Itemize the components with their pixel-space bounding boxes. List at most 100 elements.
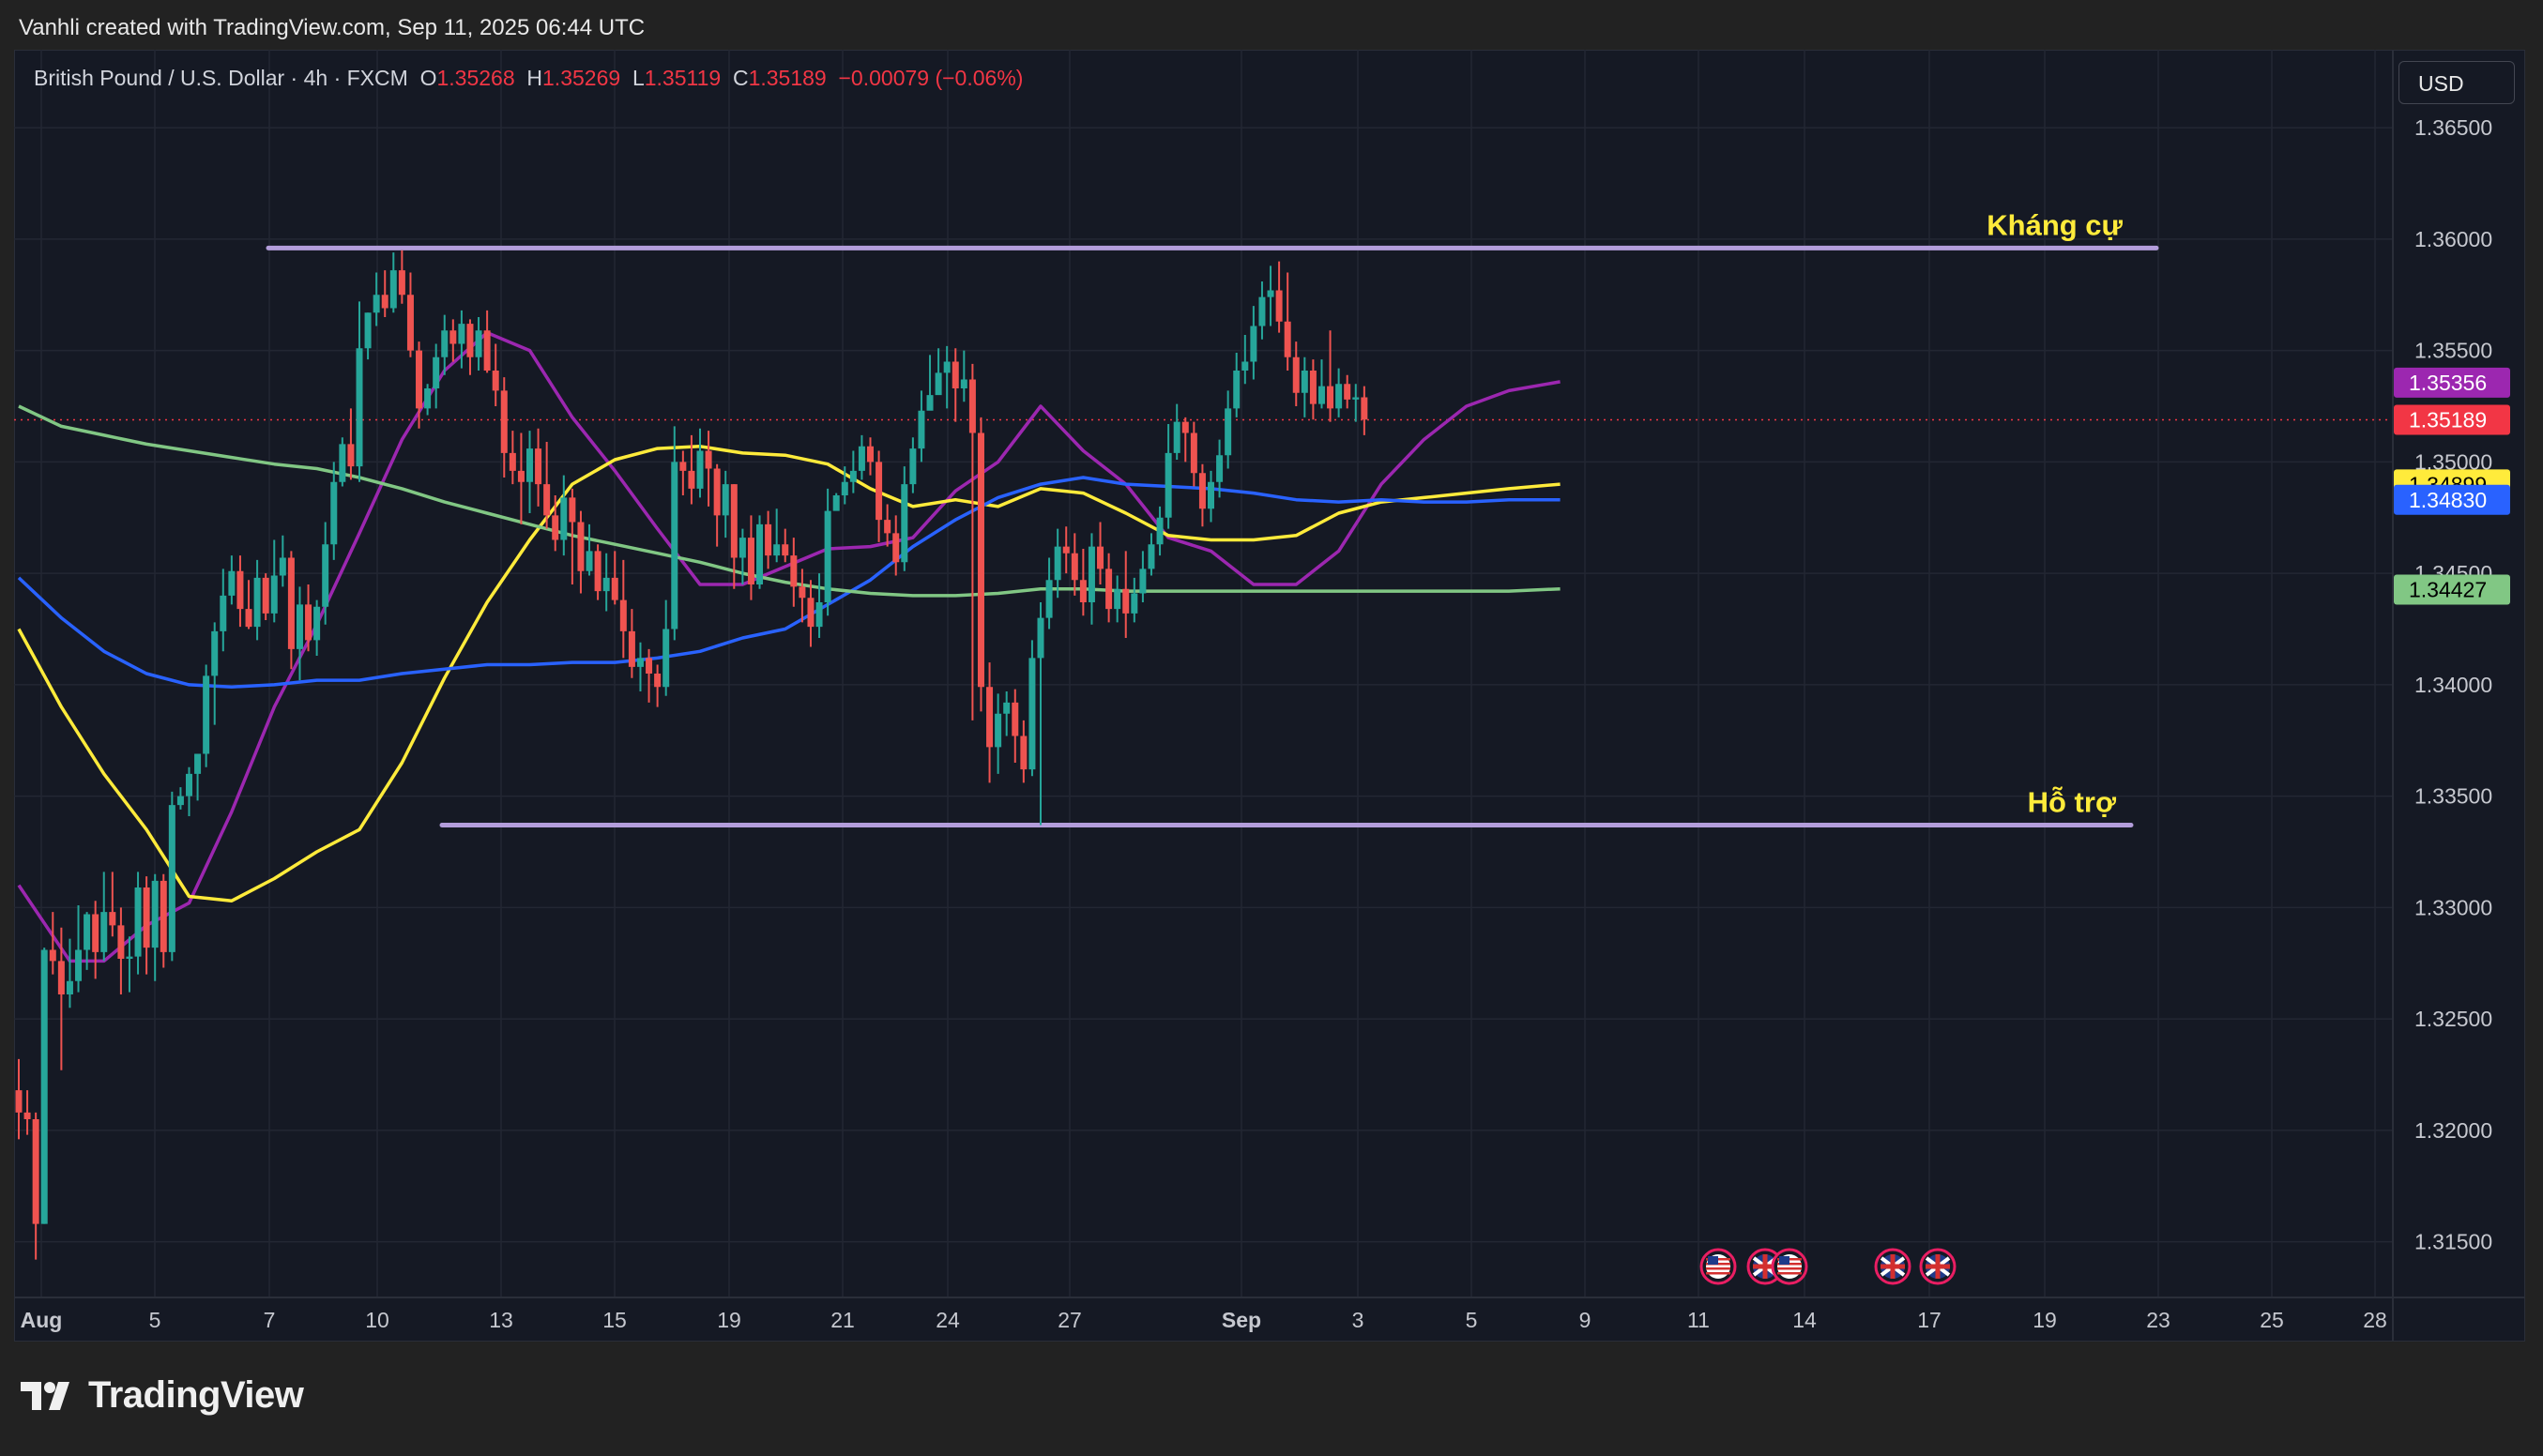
candle-body: [57, 961, 65, 994]
candle-body: [1139, 569, 1147, 594]
candle-body: [1292, 356, 1300, 393]
uk-flag-icon[interactable]: [1919, 1248, 1957, 1285]
candle-body: [1028, 658, 1036, 770]
candle-body: [433, 356, 440, 388]
candle: [884, 504, 891, 547]
x-tick-label: 21: [830, 1308, 855, 1332]
candle-body: [722, 484, 729, 516]
candle: [935, 348, 942, 396]
candle-body: [918, 410, 925, 449]
candle: [66, 938, 73, 1009]
candle: [1208, 470, 1214, 523]
candle-body: [688, 470, 695, 489]
candle-body: [100, 912, 108, 952]
candle-body: [713, 468, 721, 516]
candle-body: [782, 544, 789, 556]
candle-body: [968, 379, 976, 433]
candle-body: [1131, 593, 1138, 614]
candle-body: [389, 270, 397, 309]
y-tick-label: 1.32500: [2414, 1007, 2492, 1031]
candle: [228, 555, 236, 605]
candle-body: [373, 295, 380, 313]
candle: [49, 912, 56, 975]
flag-stripe: [1706, 1272, 1730, 1275]
candle-body: [876, 462, 883, 521]
candle-body: [1241, 361, 1249, 371]
x-tick-label: 14: [1792, 1308, 1817, 1332]
candle: [287, 551, 295, 670]
candle-body: [892, 533, 900, 563]
candle: [679, 450, 687, 495]
candle-body: [1020, 736, 1028, 770]
candle: [1198, 463, 1206, 527]
candle-body: [1258, 296, 1266, 326]
candle-body: [1335, 384, 1343, 409]
candle: [1258, 281, 1266, 340]
candle-body: [858, 446, 865, 471]
candle: [1037, 602, 1044, 826]
candle-body: [552, 515, 559, 540]
candle-body: [356, 348, 363, 467]
candle-body: [1208, 481, 1214, 509]
candle-body: [1275, 290, 1283, 322]
candle-body: [1284, 321, 1291, 357]
flag-canton: [1708, 1256, 1718, 1265]
candle: [1088, 533, 1095, 625]
candle: [1020, 720, 1028, 783]
candle-body: [696, 450, 704, 489]
candle-body: [867, 446, 874, 463]
price-tag-text: 1.34830: [2409, 488, 2487, 512]
candle: [40, 948, 48, 1224]
candle-body: [194, 753, 202, 774]
candle-body: [1045, 580, 1053, 618]
ohlc-legend: British Pound / U.S. Dollar · 4h · FXCM …: [34, 66, 1023, 91]
symbol-title[interactable]: British Pound / U.S. Dollar · 4h · FXCM: [34, 66, 408, 90]
low-label: L: [632, 66, 645, 90]
candle: [995, 693, 1002, 774]
candle-body: [32, 1119, 39, 1224]
candle-body: [1361, 397, 1368, 420]
candle-body: [75, 949, 83, 981]
y-tick-label: 1.32000: [2414, 1118, 2492, 1143]
candle: [203, 664, 210, 767]
candle-body: [765, 523, 772, 556]
candle: [1267, 265, 1274, 326]
candle: [1327, 330, 1334, 422]
candle-body: [1088, 546, 1095, 602]
candle-body: [790, 555, 798, 587]
y-tick-label: 1.33500: [2414, 784, 2492, 809]
candle-body: [1301, 371, 1308, 393]
uk-flag-icon[interactable]: [1874, 1248, 1911, 1285]
price-chart[interactable]: Kháng cựHỗ trợ 1.365001.360001.355001.35…: [14, 50, 2525, 1342]
candle-body: [849, 470, 857, 482]
close-label: C: [732, 66, 749, 90]
flag-cross: [1881, 1264, 1905, 1269]
candle-body: [935, 372, 942, 396]
candle: [1275, 261, 1283, 333]
candle-body: [203, 675, 210, 754]
candle-body: [1097, 546, 1104, 569]
candle-body: [824, 510, 831, 602]
price-tag-text: 1.35356: [2409, 371, 2487, 395]
ema-line-1: [17, 330, 1561, 963]
candle: [100, 872, 108, 962]
candle: [492, 343, 499, 406]
candle-body: [441, 330, 449, 357]
x-tick-label: 9: [1579, 1308, 1591, 1332]
candle: [1317, 359, 1325, 409]
candle-body: [509, 452, 516, 471]
x-tick-label: 25: [2260, 1308, 2284, 1332]
x-tick-label: 15: [602, 1308, 627, 1332]
candle: [611, 551, 618, 605]
candle: [1190, 421, 1197, 487]
candle: [483, 310, 491, 373]
us-flag-icon[interactable]: [1771, 1248, 1808, 1285]
currency-button[interactable]: USD: [2398, 61, 2515, 104]
candle: [381, 270, 388, 317]
us-flag-icon[interactable]: [1699, 1248, 1737, 1285]
x-tick-label: Aug: [21, 1308, 63, 1332]
candle-body: [1267, 290, 1274, 297]
tradingview-logo[interactable]: TradingView: [21, 1374, 304, 1417]
open-label: O: [419, 66, 437, 90]
candle-body: [926, 395, 934, 411]
